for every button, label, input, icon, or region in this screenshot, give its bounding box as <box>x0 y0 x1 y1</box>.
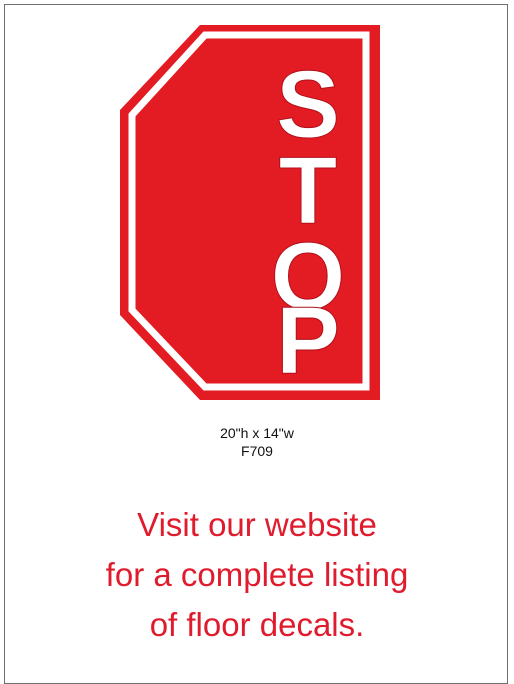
promo-message: Visit our website for a complete listing… <box>0 500 514 650</box>
promo-line-2: for a complete listing <box>105 556 409 593</box>
stop-letter-p: P <box>276 287 340 394</box>
stop-sign-decal-image: S T O P <box>120 25 380 400</box>
product-code: F709 <box>241 443 273 459</box>
promo-line-3: of floor decals. <box>149 606 365 643</box>
product-size: 20"h x 14"w <box>220 425 294 441</box>
stop-sign-graphic: S T O P <box>120 25 380 400</box>
product-specs: 20"h x 14"w F709 <box>0 424 514 460</box>
promo-line-1: Visit our website <box>137 506 377 543</box>
